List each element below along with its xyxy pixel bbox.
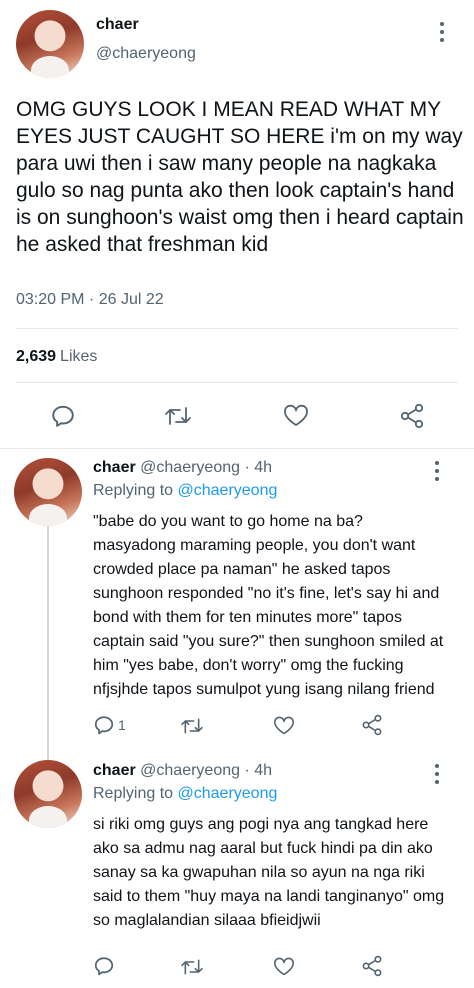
reply-count: 1 (118, 717, 126, 733)
divider (16, 328, 458, 329)
reply-icon (94, 957, 114, 976)
replying-to: Replying to @chaeryeong (93, 785, 277, 803)
reply-icon (94, 716, 114, 735)
retweet-icon (165, 407, 191, 425)
more-options-icon[interactable] (438, 22, 446, 44)
replying-to: Replying to @chaeryeong (93, 482, 277, 500)
like-button[interactable] (273, 957, 295, 977)
reply-text: si riki omg guys ang pogi nya ang tangka… (93, 816, 445, 929)
handle-and-time[interactable]: @chaeryeong · 4h (140, 762, 272, 779)
mention-link[interactable]: @chaeryeong (178, 785, 278, 802)
like-button[interactable] (273, 716, 295, 736)
share-icon (400, 403, 424, 429)
retweet-button[interactable] (164, 404, 192, 428)
reply-text: "babe do you want to go home na ba? masy… (93, 513, 444, 698)
avatar[interactable] (14, 760, 82, 828)
reply-icon (52, 405, 74, 427)
heart-icon (284, 404, 308, 426)
display-name[interactable]: chaer (93, 762, 136, 779)
thread-line (47, 526, 49, 760)
more-options-icon[interactable] (435, 764, 439, 784)
user-handle[interactable]: @chaeryeong (96, 45, 196, 63)
tweet-text: OMG GUYS LOOK I MEAN READ WHAT MY EYES J… (16, 98, 464, 256)
retweet-button[interactable] (180, 716, 204, 736)
share-icon (362, 955, 382, 977)
tweet-timestamp[interactable]: 03:20 PM · 26 Jul 22 (16, 291, 164, 309)
share-icon (362, 714, 382, 736)
handle-and-time[interactable]: @chaeryeong · 4h (140, 459, 272, 476)
likes-label: Likes (60, 348, 98, 365)
mention-link[interactable]: @chaeryeong (178, 482, 278, 499)
replying-prefix: Replying to (93, 482, 174, 499)
share-button[interactable] (361, 955, 383, 977)
more-options-icon[interactable] (435, 461, 439, 481)
retweet-icon (181, 718, 203, 734)
likes-stat[interactable]: 2,639 Likes (16, 348, 97, 366)
reply-header[interactable]: chaer @chaeryeong · 4h (93, 762, 272, 780)
replying-prefix: Replying to (93, 785, 174, 802)
heart-icon (274, 716, 294, 735)
share-button[interactable] (399, 403, 425, 429)
reply-header[interactable]: chaer @chaeryeong · 4h (93, 459, 272, 477)
reply-button[interactable] (93, 955, 118, 977)
display-name[interactable]: chaer (93, 459, 136, 476)
avatar[interactable] (14, 458, 82, 526)
retweet-button[interactable] (180, 957, 204, 977)
retweet-icon (181, 959, 203, 975)
avatar[interactable] (16, 10, 84, 78)
share-button[interactable] (361, 714, 383, 736)
divider (16, 382, 458, 383)
display-name[interactable]: chaer (96, 16, 139, 34)
divider (0, 448, 474, 449)
heart-icon (274, 957, 294, 976)
like-button[interactable] (283, 404, 309, 428)
likes-count: 2,639 (16, 348, 57, 365)
reply-button[interactable]: 1 (93, 714, 126, 736)
reply-button[interactable] (50, 403, 76, 429)
